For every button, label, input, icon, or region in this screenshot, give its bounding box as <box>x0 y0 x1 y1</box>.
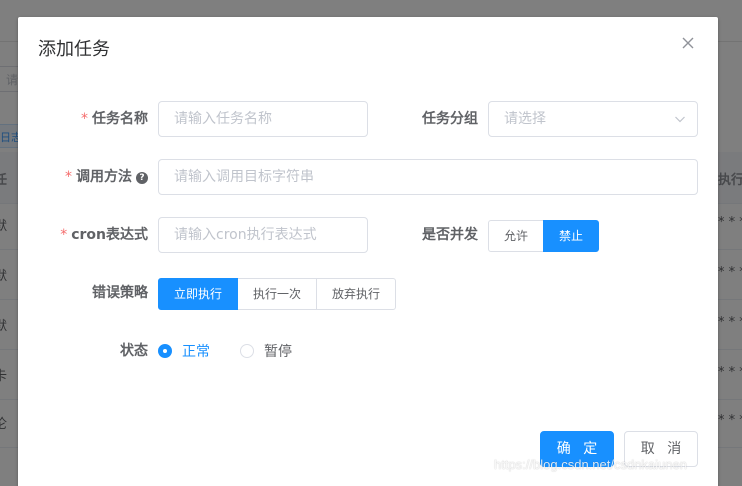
cron-expression-input[interactable] <box>158 217 368 253</box>
radio-checked-icon <box>158 344 172 358</box>
watermark: https://blog.csdn.net/csdnkaiunen <box>494 457 687 472</box>
required-mark: * <box>81 111 88 127</box>
misfire-abandon-button[interactable]: 放弃执行 <box>316 278 397 310</box>
invoke-target-label: * 调用方法? <box>48 159 148 195</box>
concurrent-forbid-button[interactable]: 禁止 <box>543 220 600 252</box>
chevron-down-icon <box>675 116 685 123</box>
misfire-policy-label: 错误策略 <box>92 285 148 301</box>
radio-unchecked-icon <box>240 344 254 358</box>
concurrent-allow-button[interactable]: 允许 <box>488 220 545 252</box>
concurrent-radio-group: 允许 禁止 <box>488 220 600 252</box>
required-mark: * <box>65 169 72 185</box>
misfire-policy-radio-group: 立即执行 执行一次 放弃执行 <box>158 278 397 310</box>
invoke-target-input[interactable] <box>158 159 698 195</box>
task-group-select[interactable] <box>488 101 698 137</box>
required-mark: * <box>60 227 68 243</box>
question-circle-icon[interactable]: ? <box>136 172 148 184</box>
status-paused-label: 暂停 <box>264 344 292 360</box>
task-name-label: * 任务名称 <box>81 111 148 127</box>
cron-expression-label: * cron表达式 <box>60 227 148 243</box>
misfire-once-button[interactable]: 执行一次 <box>237 278 318 310</box>
add-task-dialog: 添加任务 *任务名称 任务分组 *调用方法? *cron表达式 是否并发 允许 … <box>18 17 718 486</box>
status-label: 状态 <box>120 343 148 359</box>
dialog-title: 添加任务 <box>38 39 110 60</box>
status-paused-radio[interactable]: 暂停 <box>240 341 292 361</box>
task-name-input[interactable] <box>158 101 368 137</box>
misfire-immediate-button[interactable]: 立即执行 <box>158 278 239 310</box>
status-normal-label: 正常 <box>182 344 210 360</box>
task-group-label: 任务分组 <box>422 111 478 127</box>
close-icon[interactable] <box>682 37 698 53</box>
status-normal-radio[interactable]: 正常 <box>158 341 210 361</box>
concurrent-label: 是否并发 <box>422 227 478 243</box>
